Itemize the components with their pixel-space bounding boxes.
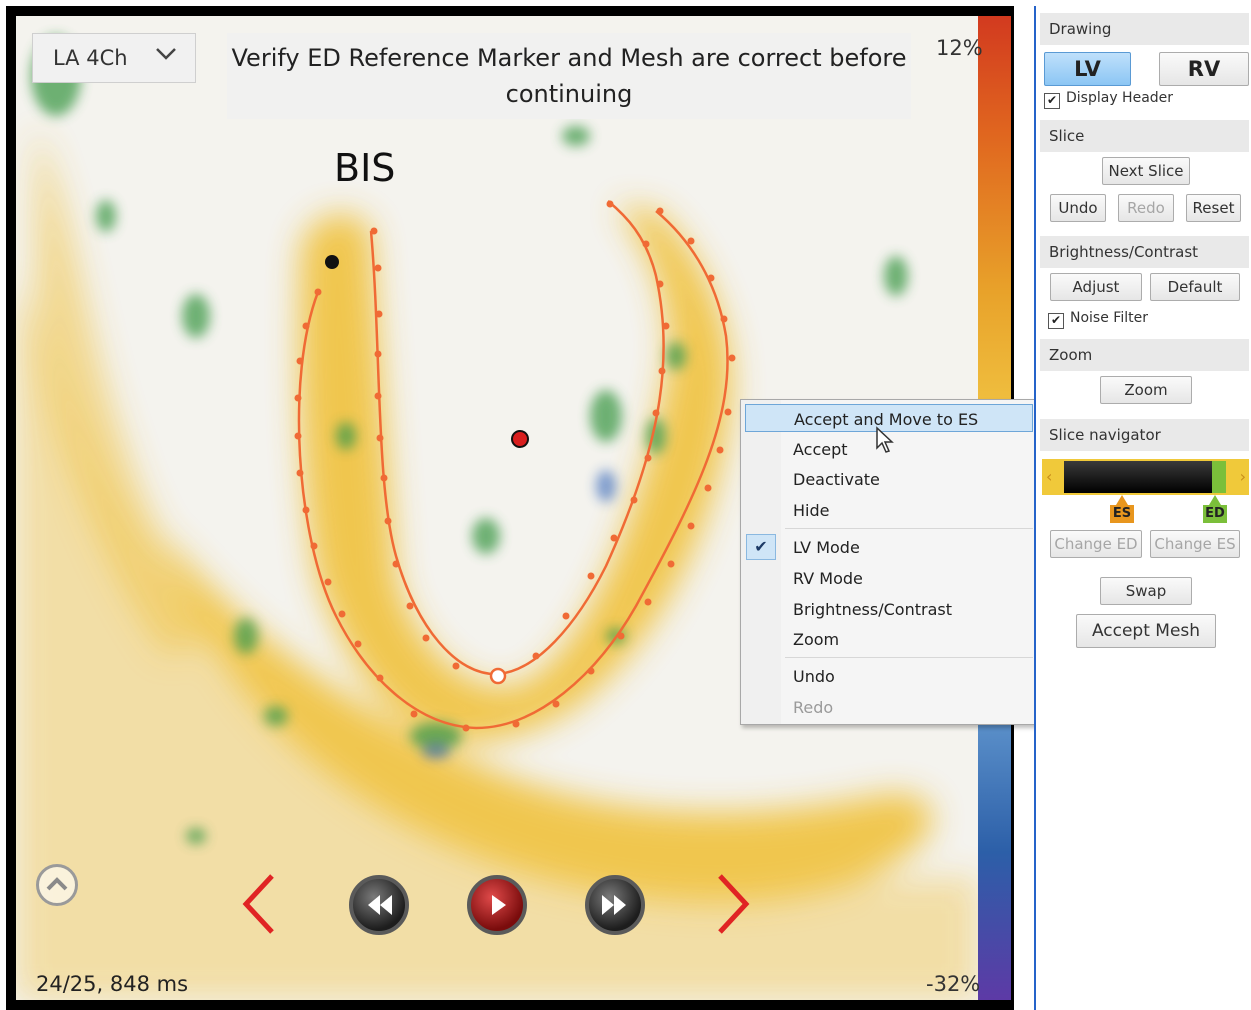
zoom-button[interactable]: Zoom: [1100, 376, 1192, 404]
next-slice-button[interactable]: Next Slice: [1102, 157, 1190, 185]
reset-button[interactable]: Reset: [1186, 194, 1241, 222]
fast-forward-button[interactable]: [585, 875, 645, 935]
center-marker: [511, 430, 529, 448]
view-select-label: LA 4Ch: [53, 46, 128, 70]
next-frame-button[interactable]: [712, 872, 752, 936]
adjust-button[interactable]: Adjust: [1050, 273, 1142, 301]
section-header-slice-navigator: Slice navigator: [1040, 419, 1249, 451]
checkbox-checked-icon: ✔: [1044, 93, 1060, 109]
rewind-button[interactable]: [349, 875, 409, 935]
section-header-zoom: Zoom: [1040, 339, 1249, 371]
accept-mesh-button[interactable]: Accept Mesh: [1076, 614, 1216, 648]
section-header-brightness: Brightness/Contrast: [1040, 236, 1249, 268]
chevron-up-icon: [46, 877, 68, 891]
swap-button[interactable]: Swap: [1100, 577, 1192, 605]
instruction-banner: Verify ED Reference Marker and Mesh are …: [227, 33, 911, 119]
menu-item-lv-mode[interactable]: ✔ LV Mode: [745, 533, 1033, 561]
default-button[interactable]: Default: [1150, 273, 1240, 301]
frame-info: 24/25, 848 ms: [36, 972, 189, 996]
fast-forward-icon: [602, 895, 626, 915]
chevron-right-icon: [718, 874, 750, 934]
lv-button[interactable]: LV: [1044, 52, 1131, 86]
base-marker: [325, 255, 339, 269]
menu-item-redo[interactable]: Redo: [745, 693, 1033, 721]
menu-item-rv-mode[interactable]: RV Mode: [745, 564, 1033, 592]
apex-marker: [489, 667, 507, 685]
play-icon: [492, 895, 506, 915]
chevron-left-icon: [242, 874, 274, 934]
expand-up-button[interactable]: [36, 864, 78, 906]
menu-item-brightness-contrast[interactable]: Brightness/Contrast: [745, 595, 1033, 623]
view-select[interactable]: LA 4Ch: [32, 33, 196, 83]
undo-button[interactable]: Undo: [1050, 194, 1106, 222]
checkbox-checked-icon: ✔: [1048, 313, 1064, 329]
scale-min-label: -32%: [926, 972, 981, 996]
rewind-icon: [368, 895, 392, 915]
chevron-down-icon: [155, 46, 177, 67]
menu-item-deactivate[interactable]: Deactivate: [745, 465, 1033, 493]
slice-navigator-track[interactable]: ‹ ›: [1042, 459, 1249, 495]
menu-item-hide[interactable]: Hide: [745, 496, 1033, 524]
checkmark-icon: ✔: [746, 534, 776, 560]
noise-filter-label: Noise Filter: [1070, 310, 1148, 326]
menu-separator: [785, 528, 1033, 529]
mouse-cursor-icon: [876, 426, 894, 453]
play-button[interactable]: [467, 875, 527, 935]
chevron-right-icon[interactable]: ›: [1240, 467, 1246, 486]
change-ed-button[interactable]: Change ED: [1050, 530, 1142, 558]
previous-frame-button[interactable]: [240, 872, 280, 936]
region-label: BIS: [334, 146, 396, 190]
display-header-checkbox[interactable]: ✔ Display Header: [1044, 90, 1173, 109]
section-header-drawing: Drawing: [1040, 13, 1249, 45]
change-es-button[interactable]: Change ES: [1150, 530, 1240, 558]
menu-item-undo[interactable]: Undo: [745, 662, 1033, 690]
menu-item-zoom[interactable]: Zoom: [745, 625, 1033, 653]
slice-navigator-thumb[interactable]: [1212, 461, 1226, 493]
es-marker[interactable]: ES: [1110, 495, 1134, 523]
ed-marker[interactable]: ED: [1203, 495, 1227, 523]
chevron-left-icon[interactable]: ‹: [1046, 467, 1052, 486]
control-panel: Drawing LV RV ✔ Display Header Slice Next…: [1034, 6, 1251, 1010]
menu-separator: [785, 657, 1033, 658]
section-header-slice: Slice: [1040, 120, 1249, 152]
noise-filter-checkbox[interactable]: ✔ Noise Filter: [1048, 310, 1148, 329]
display-header-label: Display Header: [1066, 90, 1174, 106]
scale-max-label: 12%: [936, 36, 983, 60]
rv-button[interactable]: RV: [1159, 52, 1249, 86]
redo-button[interactable]: Redo: [1118, 194, 1174, 222]
